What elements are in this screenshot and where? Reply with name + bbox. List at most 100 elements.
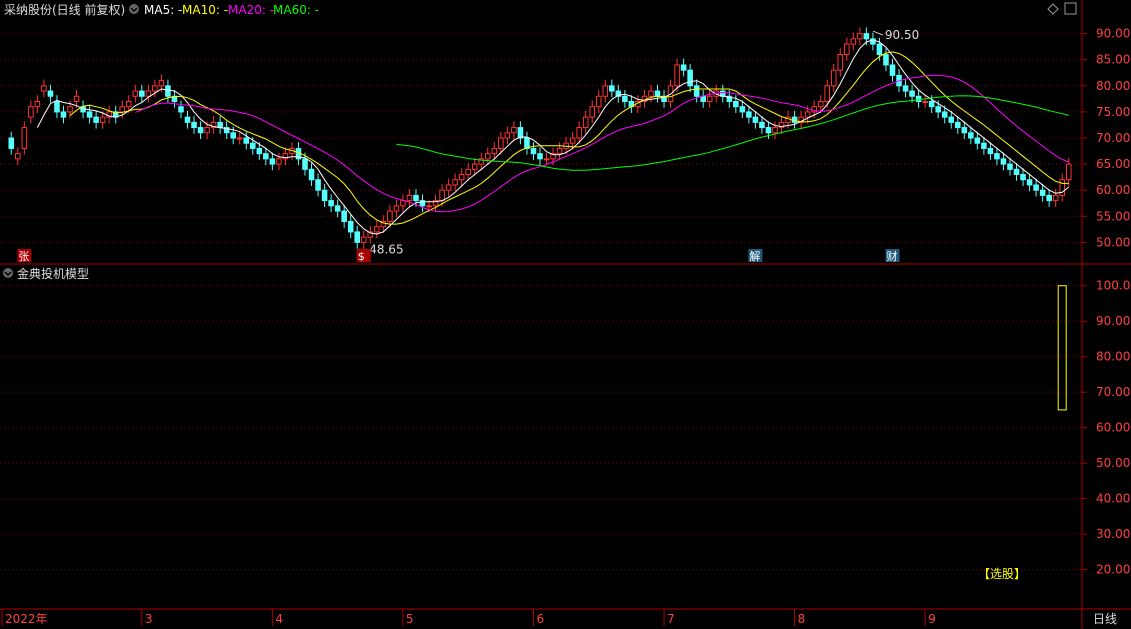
candle-body	[889, 64, 896, 76]
candle-body	[256, 147, 263, 155]
candle-body	[524, 137, 530, 149]
candle-body	[1046, 194, 1052, 202]
candle-body	[360, 236, 367, 243]
y-tick-label: 90.00	[1096, 314, 1130, 328]
diamond-icon[interactable]	[1047, 3, 1059, 15]
sub-grid	[0, 285, 1082, 571]
candle-body	[41, 85, 47, 92]
candle-body	[393, 205, 400, 212]
candle-body	[582, 116, 589, 129]
candle-body	[857, 33, 863, 40]
stock-title: 采纳股份(日线 前复权)	[4, 2, 125, 17]
candle-body	[844, 43, 850, 56]
candle-body	[406, 194, 413, 202]
sub-panel-title: 金典投机模型	[17, 266, 89, 281]
candle-body	[746, 111, 752, 118]
event-markers[interactable]: 张 $ 解 财	[17, 249, 900, 263]
candle-body	[217, 121, 223, 129]
x-axis: 2022年 3 4 5 6 7 8 9	[1, 609, 936, 626]
y-tick-label: 50.00	[1096, 456, 1130, 470]
legend-toggle-icon[interactable]	[129, 4, 139, 14]
candle-body	[1000, 158, 1007, 165]
candle-body	[67, 106, 73, 113]
candle-body	[321, 189, 328, 202]
candle-body	[484, 153, 491, 160]
candle-body	[687, 69, 693, 87]
y-tick-label: 50.00	[1096, 235, 1130, 249]
ma20-line	[135, 74, 1069, 213]
x-tick-label: 8	[798, 612, 806, 626]
sub-panel-toggle-icon[interactable]	[3, 268, 13, 278]
candle-body	[178, 106, 184, 113]
candle-body	[504, 132, 511, 139]
signal-bar	[1057, 285, 1067, 411]
candle-body	[263, 153, 269, 160]
y-tick-label: 80.00	[1096, 79, 1130, 93]
x-tick-label: 2022年	[5, 612, 48, 626]
candle-body	[791, 116, 798, 123]
candle-body	[197, 127, 204, 134]
candle-body	[354, 231, 361, 243]
signal-bar-rect	[1057, 285, 1067, 411]
event-marker-text: 解	[749, 249, 760, 263]
candle-body	[981, 142, 987, 149]
candle-body	[439, 189, 445, 202]
candle-body	[73, 95, 80, 102]
moving-average-lines	[36, 39, 1070, 235]
candle-body	[928, 100, 935, 108]
candle-body	[1039, 189, 1046, 196]
candle-body	[902, 85, 909, 92]
candle-body	[158, 80, 165, 87]
candle-body	[15, 153, 21, 160]
candle-body	[772, 127, 778, 134]
candle-body	[132, 90, 139, 97]
window-icon[interactable]	[1064, 2, 1077, 15]
candle-body	[576, 127, 582, 139]
event-marker-text: 财	[886, 249, 897, 263]
candle-body	[739, 106, 746, 113]
legend-ma20: MA20: -	[228, 3, 274, 17]
y-tick-label: 80.00	[1096, 350, 1130, 364]
max-pointer	[872, 30, 884, 36]
period-label[interactable]: 日线	[1093, 612, 1117, 626]
candle-body	[8, 137, 15, 149]
candle-body	[498, 137, 504, 149]
candle-body	[922, 100, 928, 103]
candle-body	[680, 64, 687, 71]
candle-body	[850, 38, 857, 45]
candle-body	[1013, 168, 1020, 176]
candle-body	[491, 147, 498, 155]
candle-body	[165, 85, 171, 97]
y-tick-label: 65.00	[1096, 157, 1130, 171]
candle-body	[537, 153, 543, 160]
candle-body	[941, 111, 948, 118]
candle-body	[47, 90, 54, 97]
y-tick-label: 90.00	[1096, 27, 1130, 41]
candle-body	[968, 132, 974, 139]
main-y-axis: 90.00 85.00 80.00 75.00 70.00 65.00 60.00 55.00…	[1082, 27, 1130, 249]
ma10-line	[69, 51, 1069, 225]
candle-body	[54, 100, 60, 113]
y-tick-label: 75.00	[1096, 105, 1130, 119]
candle-body	[915, 95, 922, 102]
candle-body	[204, 127, 210, 134]
candle-body	[1020, 174, 1026, 181]
candle-body	[125, 100, 132, 108]
candle-body	[387, 210, 393, 222]
y-tick-label: 70.00	[1096, 385, 1130, 399]
candle-body	[302, 158, 308, 170]
stock-chart[interactable]: 90.50 48.65 张 $ 解 财 90.00 85.00 80.00 75.00 70.0…	[0, 0, 1131, 629]
candle-body	[1052, 194, 1059, 202]
y-tick-label: 60.00	[1096, 183, 1130, 197]
candle-body	[948, 116, 955, 123]
candle-body	[60, 111, 67, 118]
candle-body	[1007, 163, 1013, 170]
candle-body	[876, 43, 883, 56]
main-grid	[0, 33, 1082, 243]
legend-ma10: MA10: -	[182, 3, 228, 17]
candle-body	[230, 132, 236, 139]
x-tick-label: 4	[275, 612, 283, 626]
min-price-label: 48.65	[369, 242, 403, 256]
candle-body	[654, 90, 661, 97]
candle-body	[243, 137, 250, 144]
